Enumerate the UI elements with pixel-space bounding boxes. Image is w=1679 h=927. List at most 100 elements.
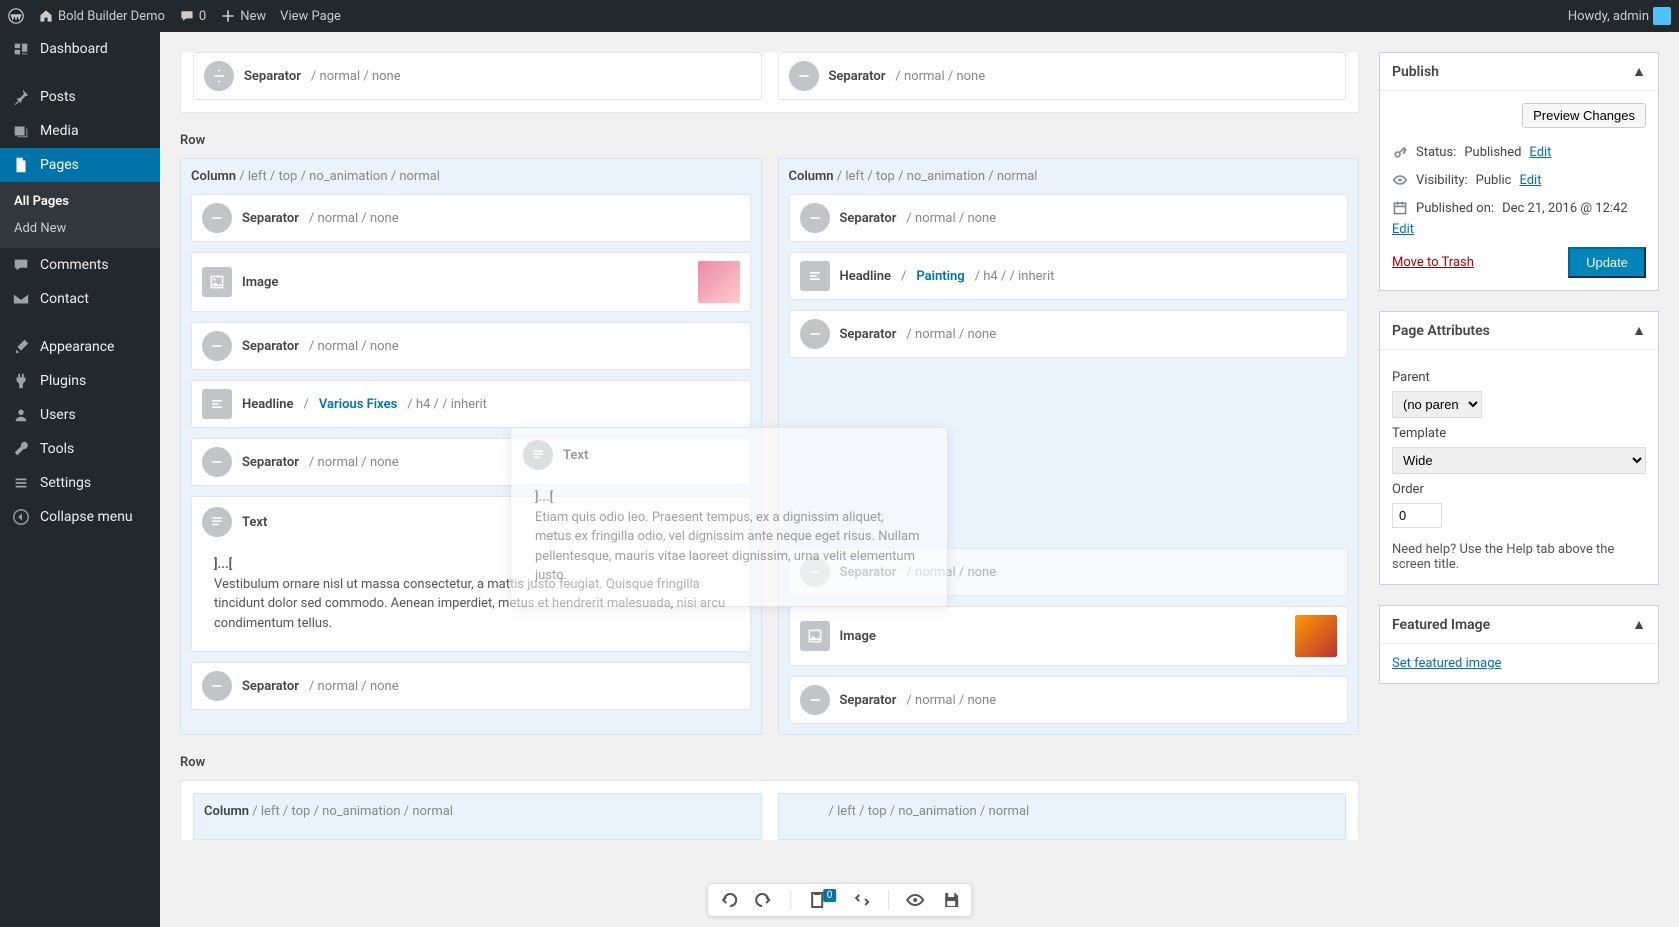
- parent-select[interactable]: (no parent): [1392, 391, 1482, 418]
- order-input[interactable]: [1392, 503, 1442, 528]
- sidebar-submenu-pages: All Pages Add New: [0, 182, 160, 248]
- element-headline[interactable]: Headline / Painting/ h4 / / inherit: [789, 252, 1349, 300]
- image-thumb: [698, 261, 740, 303]
- sidebar-item-dashboard[interactable]: Dashboard: [0, 32, 160, 66]
- sidebar-sub-add-new[interactable]: Add New: [0, 215, 160, 242]
- separator-icon: [202, 331, 232, 361]
- publish-title: Publish: [1392, 64, 1439, 80]
- comment-icon: [12, 256, 30, 274]
- paste-icon: [852, 890, 872, 910]
- sidebar-item-collapse[interactable]: Collapse menu: [0, 500, 160, 534]
- element-separator[interactable]: Separator/ normal / none: [789, 310, 1349, 358]
- set-featured-image-link[interactable]: Set featured image: [1392, 656, 1501, 671]
- element-headline[interactable]: Headline / Various Fixes/ h4 / / inherit: [191, 380, 751, 428]
- move-to-trash-link[interactable]: Move to Trash: [1392, 255, 1474, 270]
- builder-column[interactable]: / left / top / no_animation / normal: [778, 793, 1347, 840]
- wordpress-icon: [8, 8, 24, 24]
- element-separator[interactable]: Separator/ normal / none: [191, 322, 751, 370]
- eye-icon: [1392, 172, 1408, 188]
- eye-icon: [905, 890, 925, 910]
- text-icon: [523, 440, 553, 470]
- template-label: Template: [1392, 426, 1646, 441]
- element-separator[interactable]: Separator / normal / none: [193, 52, 762, 100]
- preview-changes-button[interactable]: Preview Changes: [1522, 103, 1646, 128]
- image-icon: [800, 621, 830, 651]
- element-image[interactable]: Image: [789, 606, 1349, 666]
- element-separator[interactable]: Separator/ normal / none: [191, 662, 751, 710]
- comments-link[interactable]: 0: [179, 8, 206, 24]
- redo-button[interactable]: [754, 890, 774, 910]
- row-label: Row: [180, 755, 1359, 770]
- help-text: Need help? Use the Help tab above the sc…: [1392, 542, 1646, 572]
- clipboard-button[interactable]: 0: [807, 890, 837, 910]
- element-separator[interactable]: Separator / normal / none: [778, 52, 1347, 100]
- page-icon: [12, 156, 30, 174]
- sidebar-item-pages[interactable]: Pages: [0, 148, 160, 182]
- user-icon: [12, 406, 30, 424]
- sidebar-item-plugins[interactable]: Plugins: [0, 364, 160, 398]
- calendar-icon: [1392, 200, 1408, 216]
- greeting-link[interactable]: Howdy, admin: [1568, 7, 1671, 25]
- preview-button[interactable]: [905, 890, 925, 910]
- sidebar-item-settings[interactable]: Settings: [0, 466, 160, 500]
- image-thumb: [1295, 615, 1337, 657]
- element-separator[interactable]: Separator/ normal / none: [789, 194, 1349, 242]
- separator-icon: [800, 203, 830, 233]
- update-button[interactable]: Update: [1568, 247, 1646, 278]
- separator-icon: [789, 61, 819, 91]
- collapse-icon: [12, 508, 30, 526]
- sidebar-item-comments[interactable]: Comments: [0, 248, 160, 282]
- plus-icon: [220, 8, 236, 24]
- separator-icon: [202, 203, 232, 233]
- separator-icon: [800, 319, 830, 349]
- edit-date-link[interactable]: Edit: [1392, 222, 1414, 237]
- media-icon: [12, 122, 30, 140]
- comment-icon: [179, 8, 195, 24]
- sidebar-item-posts[interactable]: Posts: [0, 80, 160, 114]
- builder-row[interactable]: Separator / normal / none Separator / no…: [180, 52, 1359, 113]
- element-separator[interactable]: Separator/ normal / none: [191, 194, 751, 242]
- sidebar-sub-all-pages[interactable]: All Pages: [0, 188, 160, 215]
- site-link[interactable]: Bold Builder Demo: [38, 8, 165, 24]
- view-page-link[interactable]: View Page: [280, 9, 341, 24]
- publish-metabox: Publish▲ Preview Changes Status: Publish…: [1379, 52, 1659, 291]
- column-header: Column / left / top / no_animation / nor…: [789, 169, 1349, 184]
- dragging-element[interactable]: Text ]...[Etiam quis odio leo. Praesent …: [510, 427, 948, 607]
- template-select[interactable]: Wide: [1392, 447, 1646, 474]
- edit-status-link[interactable]: Edit: [1529, 145, 1551, 160]
- column-header: Column / left / top / no_animation / nor…: [191, 169, 751, 184]
- headline-icon: [202, 389, 232, 419]
- right-panel: Publish▲ Preview Changes Status: Publish…: [1379, 52, 1659, 907]
- separator-icon: [800, 685, 830, 715]
- sidebar-item-media[interactable]: Media: [0, 114, 160, 148]
- sidebar-item-tools[interactable]: Tools: [0, 432, 160, 466]
- clipboard-badge: 0: [823, 889, 837, 902]
- brush-icon: [12, 338, 30, 356]
- sidebar-item-users[interactable]: Users: [0, 398, 160, 432]
- avatar: [1653, 7, 1671, 25]
- page-attributes-metabox: Page Attributes▲ Parent (no parent) Temp…: [1379, 311, 1659, 585]
- toggle-icon[interactable]: ▲: [1632, 616, 1646, 633]
- home-icon: [38, 8, 54, 24]
- element-separator[interactable]: Separator/ normal / none: [789, 676, 1349, 724]
- builder-column[interactable]: Column / left / top / no_animation / nor…: [193, 793, 762, 840]
- dashboard-icon: [12, 40, 30, 58]
- key-icon: [1392, 144, 1408, 160]
- builder-row[interactable]: Column / left / top / no_animation / nor…: [180, 780, 1359, 840]
- edit-visibility-link[interactable]: Edit: [1519, 173, 1541, 188]
- sidebar-item-appearance[interactable]: Appearance: [0, 330, 160, 364]
- headline-icon: [800, 261, 830, 291]
- separator-icon: [202, 671, 232, 701]
- plugin-icon: [12, 372, 30, 390]
- sidebar-item-contact[interactable]: Contact: [0, 282, 160, 316]
- element-image[interactable]: Image: [191, 252, 751, 312]
- toggle-icon[interactable]: ▲: [1632, 322, 1646, 339]
- undo-button[interactable]: [718, 890, 738, 910]
- mail-icon: [12, 290, 30, 308]
- save-button[interactable]: [941, 890, 961, 910]
- parent-label: Parent: [1392, 370, 1646, 385]
- paste-button[interactable]: [852, 890, 872, 910]
- wp-logo[interactable]: [8, 8, 24, 24]
- new-link[interactable]: New: [220, 8, 266, 24]
- toggle-icon[interactable]: ▲: [1632, 63, 1646, 80]
